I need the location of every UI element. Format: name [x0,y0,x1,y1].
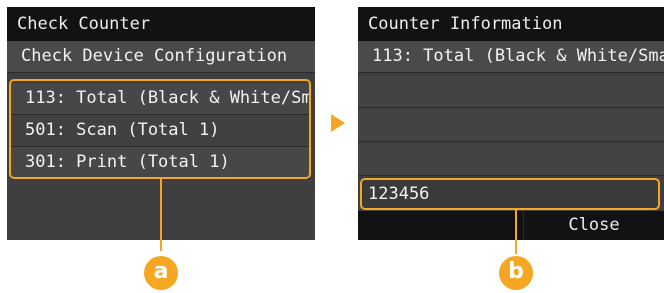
menu-item-label: Check Device Configuration [21,46,288,66]
empty-row [358,76,664,108]
screen-title: Check Counter [7,7,315,41]
empty-row [358,110,664,142]
counter-items-highlight [9,79,311,179]
menu-item-check-device-configuration[interactable]: Check Device Configuration [7,41,315,73]
bottom-bar: Close [358,211,664,240]
counter-value-highlight [360,178,660,210]
callout-b-badge: b [499,256,533,290]
item-label: 113: Total (Black & White/Smal [372,46,664,66]
counter-item-label: 113: Total (Black & White/Smal [358,41,664,73]
close-button[interactable]: Close [523,211,664,240]
callout-b-leader-line [515,210,517,254]
screen-title: Counter Information [358,7,664,41]
arrow-right-icon [331,114,345,132]
counter-information-screen: Counter Information 113: Total (Black & … [358,7,664,240]
callout-a-badge: a [144,256,178,290]
empty-row [358,144,664,176]
callout-a-leader-line [160,179,162,251]
